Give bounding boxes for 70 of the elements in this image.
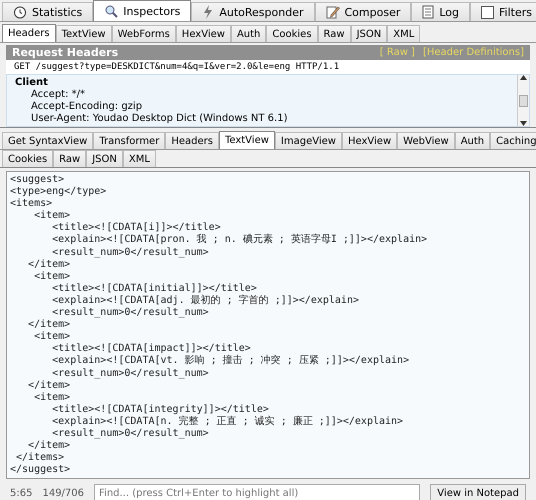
code-line: <item> — [33, 331, 72, 343]
tab[interactable]: XML — [122, 150, 156, 167]
code-line: <title><![CDATA[impact]]></title> — [51, 343, 252, 354]
code-line: <item> — [33, 392, 72, 404]
tab[interactable]: WebForms — [112, 25, 176, 42]
pencil-paper-icon — [326, 5, 340, 19]
tab[interactable]: Transformer — [93, 132, 166, 149]
code-line: <item> — [33, 270, 72, 283]
selection-count: 149/706 — [42, 488, 84, 500]
tab[interactable]: Auth — [454, 132, 490, 149]
tab[interactable]: HexView — [176, 25, 231, 42]
header-line: User-Agent: Youdao Desktop Dict (Windows NT 6.1) — [30, 113, 288, 124]
lightning-icon — [202, 5, 214, 19]
scrollbar[interactable] — [517, 75, 529, 126]
scroll-down-icon[interactable] — [520, 121, 527, 126]
tab[interactable]: TextView — [56, 25, 112, 42]
find-field[interactable]: Find... (press Ctrl+Enter to highlight all) — [94, 484, 420, 500]
code-line: <explain><![CDATA[n. 完整 ; 正直 ; 诚实 ; 廉正 ;]]></explain> — [51, 416, 404, 428]
stopwatch-icon — [13, 5, 27, 19]
code-line: <explain><![CDATA[adj. 最初的 ; 字首的 ;]]></explain> — [51, 294, 360, 307]
tab[interactable]: Cookies — [266, 25, 318, 42]
code-line: </suggest> — [10, 464, 72, 476]
code-line: <result_num>0</result_num> — [51, 246, 210, 259]
notepad-button[interactable]: View in Notepad — [430, 484, 526, 500]
tab[interactable]: ImageView — [274, 132, 342, 149]
tab[interactable]: Inspectors — [93, 0, 192, 21]
code-line: <title><![CDATA[i]]></title> — [51, 222, 222, 234]
tab[interactable]: WebView — [397, 132, 455, 149]
code-line: <title><![CDATA[initial]]></title> — [51, 282, 258, 294]
code-line: <explain><![CDATA[vt. 影响 ; 撞击 ; 冲突 ; 压紧 ;]]></explain> — [51, 355, 410, 368]
group-label: Client — [15, 77, 49, 88]
header-line: Accept-Encoding: gzip — [30, 101, 144, 112]
code-line: </item> — [27, 440, 72, 452]
tab[interactable]: JSON — [350, 25, 388, 42]
code-line: <result_num>0</result_num> — [51, 368, 210, 380]
tab[interactable]: Raw — [318, 25, 351, 42]
code-line: <items> — [10, 198, 54, 210]
section-title: Request Headers — [12, 46, 118, 59]
tab[interactable]: Raw — [53, 150, 86, 167]
tab[interactable]: AutoResponder — [191, 2, 314, 21]
tab[interactable]: Filters — [470, 2, 536, 21]
tab[interactable]: Headers — [165, 132, 219, 149]
tab[interactable]: XML — [387, 25, 420, 42]
tab[interactable]: Cookies — [2, 150, 54, 167]
code-line: </item> — [27, 380, 72, 392]
cursor-position: 5:65 — [10, 488, 32, 500]
code-line: <suggest> — [10, 174, 66, 186]
code-line: <title><![CDATA[integrity]]></title> — [51, 404, 270, 416]
tab[interactable]: Composer — [314, 2, 412, 21]
code-line: <result_num>0</result_num> — [51, 307, 210, 319]
tab[interactable]: Get SyntaxView — [2, 132, 94, 149]
tab[interactable]: TextView — [218, 131, 275, 149]
code-line: <type>eng</type> — [10, 186, 108, 198]
code-line: </items> — [15, 452, 66, 464]
code-line: <item> — [33, 210, 72, 222]
tab[interactable]: JSON — [86, 150, 123, 167]
document-icon — [422, 5, 434, 19]
code-line: </item> — [27, 319, 72, 331]
tab[interactable]: HexView — [342, 132, 398, 149]
tab[interactable]: Statistics — [2, 2, 94, 21]
code-line: </item> — [27, 258, 72, 271]
tab[interactable]: Log — [411, 2, 470, 21]
magnifier-icon — [104, 4, 118, 18]
tab[interactable]: Headers — [2, 24, 56, 42]
tab[interactable]: Caching — [490, 132, 536, 149]
code-line: <explain><![CDATA[pron. 我 ; n. 碘元素 ; 英语字母I ;]]></explain> — [51, 234, 428, 247]
header-line: Accept: */* — [30, 89, 86, 100]
code-line: <result_num>0</result_num> — [51, 428, 210, 440]
checkbox-icon — [481, 6, 494, 18]
tab[interactable]: Auth — [230, 25, 266, 42]
